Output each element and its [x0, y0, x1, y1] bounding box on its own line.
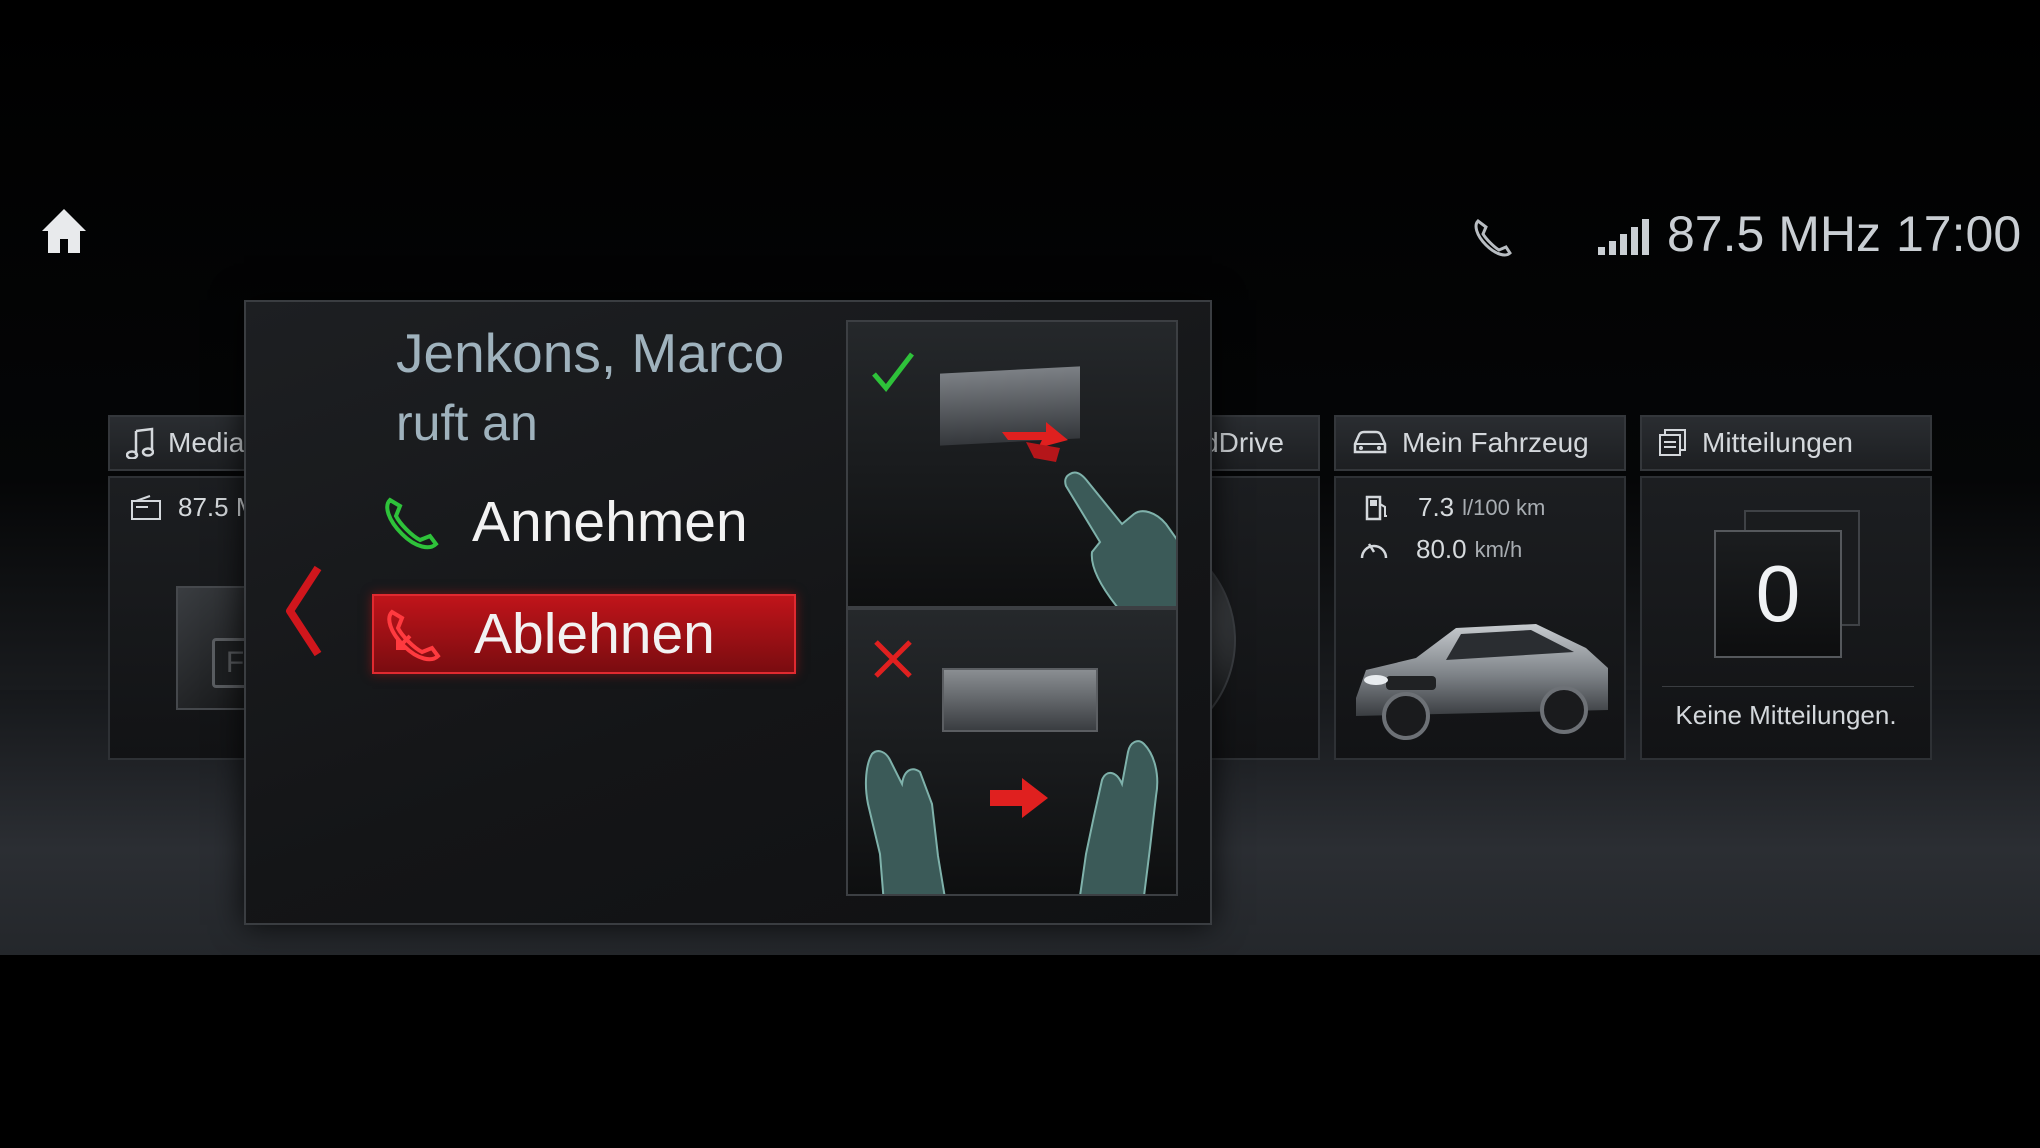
decline-call-label: Ablehnen: [474, 602, 715, 666]
tile-messages-title: Mitteilungen: [1702, 427, 1853, 458]
idrive-screen: 87.5 MHz 17:00 Media 87.5 M F dDrive Mei…: [0, 0, 2040, 1148]
tile-vehicle[interactable]: 7.3 l/100 km 80.0 km/h: [1334, 476, 1626, 760]
left-hand-graphic: [864, 750, 946, 894]
fuel-consumption-value: 7.3: [1418, 492, 1455, 522]
radio-frequency: 87.5 MHz: [1667, 206, 1881, 262]
decline-call-button[interactable]: Ablehnen: [372, 594, 796, 674]
tile-vehicle-header[interactable]: Mein Fahrzeug: [1334, 415, 1626, 471]
tile-connected-drive-title: dDrive: [1203, 427, 1284, 458]
signal-bars-icon: [1596, 217, 1652, 262]
pointing-hand-graphic: [1064, 471, 1176, 606]
speedometer-icon: [1360, 542, 1388, 558]
no-messages-text: Keine Mitteilungen.: [1675, 700, 1897, 730]
fuel-consumption-unit: l/100 km: [1462, 494, 1546, 520]
phone-status-icon: [1472, 217, 1516, 262]
back-chevron-icon[interactable]: [282, 564, 330, 662]
gesture-hint-decline: [846, 608, 1178, 896]
tile-messages[interactable]: 0 Keine Mitteilungen.: [1640, 476, 1932, 760]
phone-accept-icon: [372, 494, 452, 550]
music-note-icon: [126, 427, 154, 459]
right-hand-graphic: [1079, 740, 1159, 894]
caller-info: Jenkons, Marco ruft an: [396, 318, 784, 458]
divider: [1662, 686, 1914, 687]
caller-status: ruft an: [396, 395, 538, 451]
tile-vehicle-title: Mein Fahrzeug: [1402, 427, 1589, 458]
gesture-hint-accept: [846, 320, 1178, 608]
arrow-right-icon: [990, 778, 1048, 818]
phone-decline-icon: [374, 606, 454, 662]
speed-unit: km/h: [1474, 536, 1523, 562]
status-bar: 87.5 MHz 17:00: [0, 205, 2040, 265]
tile-media-title: Media: [168, 427, 245, 458]
messages-icon: [1659, 429, 1686, 456]
caller-name: Jenkons, Marco: [396, 322, 785, 384]
accept-call-label: Annehmen: [472, 490, 748, 554]
swipe-arrow-icon: [1002, 422, 1068, 462]
accept-call-button[interactable]: Annehmen: [372, 482, 796, 562]
clock: 17:00: [1896, 206, 2022, 262]
checkmark-icon: [872, 352, 914, 392]
radio-icon: [131, 494, 161, 520]
message-count: 0: [1755, 549, 1801, 638]
message-counter: 0: [1714, 530, 1842, 658]
car-icon: [1353, 430, 1387, 454]
car-image: [1356, 624, 1608, 740]
tile-messages-header[interactable]: Mitteilungen: [1640, 415, 1932, 471]
gesture-screen-decline: [942, 668, 1098, 732]
cross-icon: [874, 640, 912, 678]
speed-value: 80.0: [1416, 534, 1467, 564]
fuel-pump-icon: [1365, 495, 1387, 520]
